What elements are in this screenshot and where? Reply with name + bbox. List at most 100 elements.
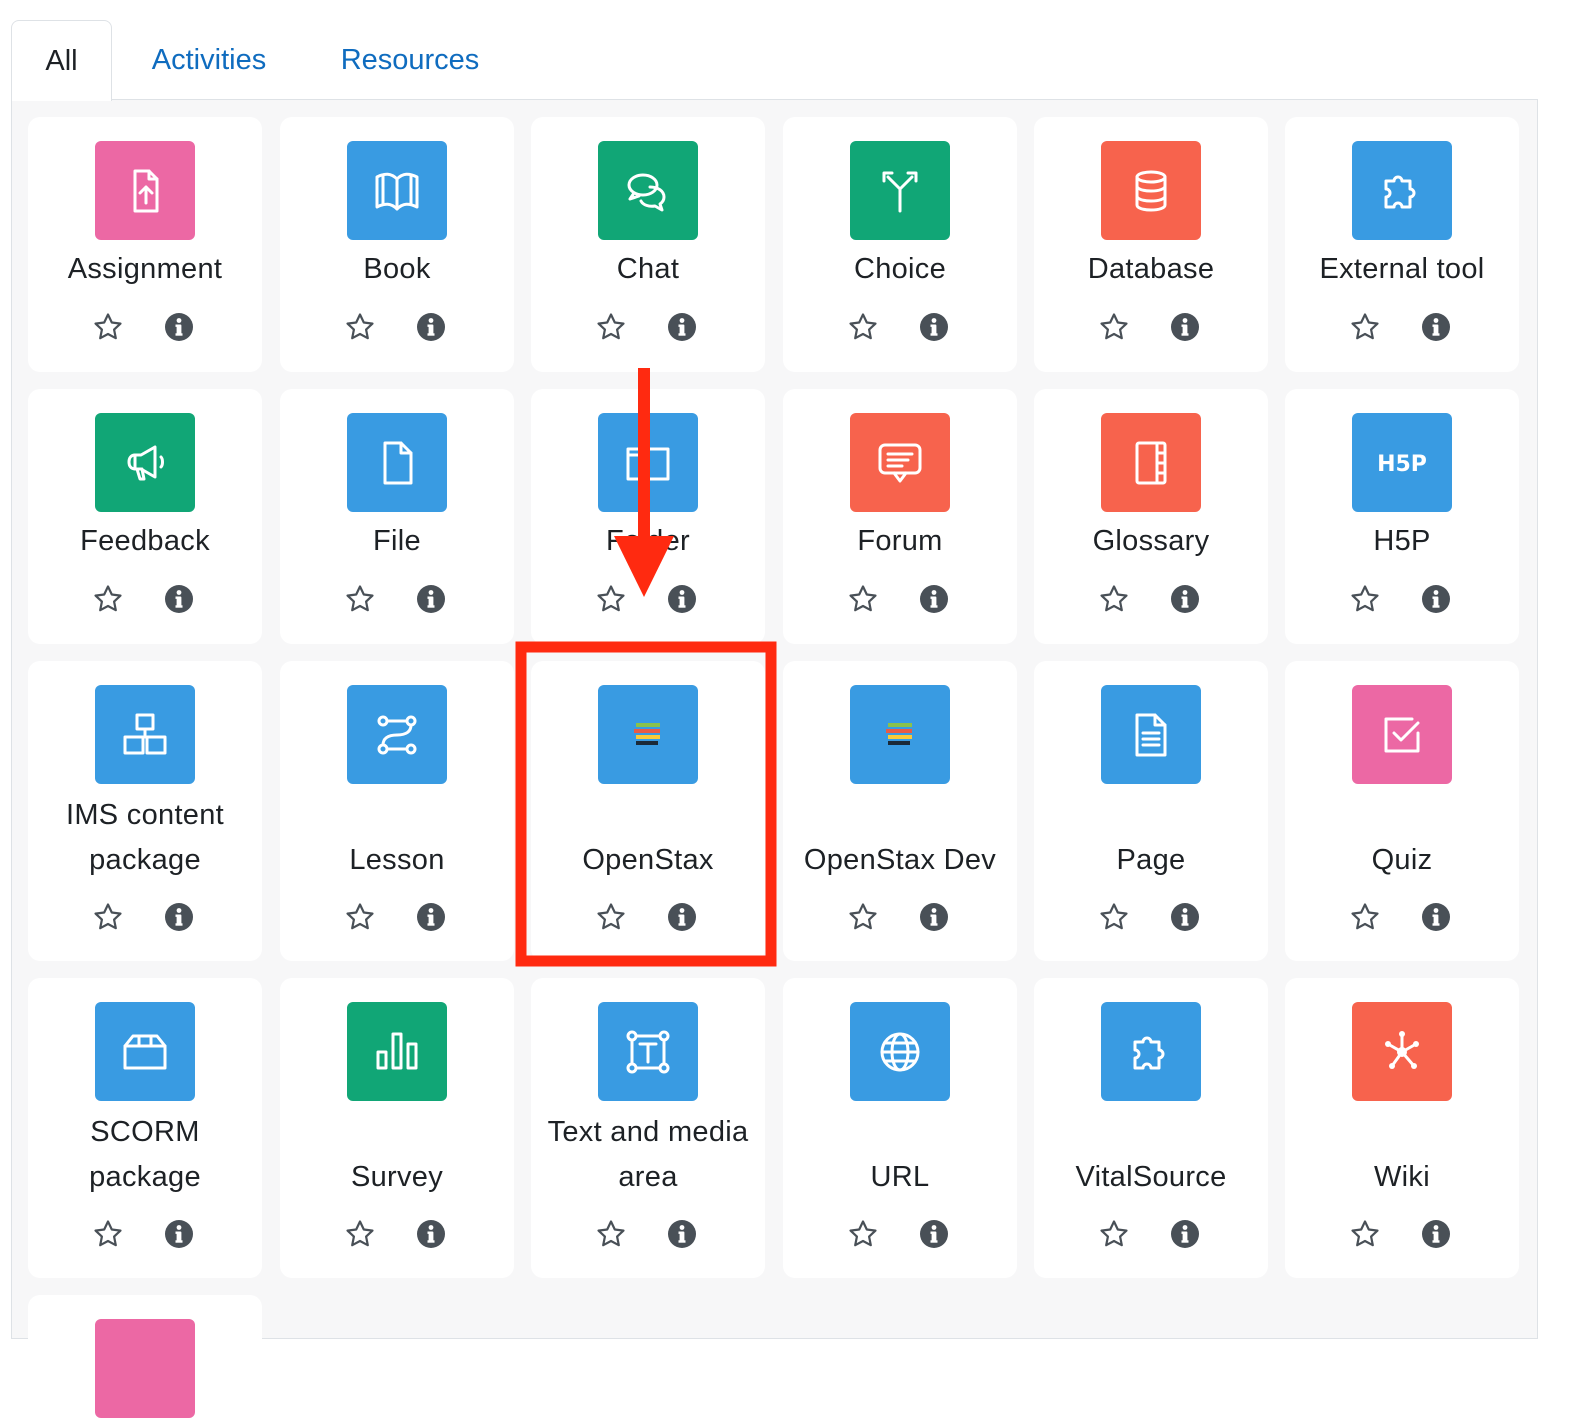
activity-card-external-tool[interactable]: External tool: [1285, 117, 1519, 372]
activity-card-forum[interactable]: Forum: [783, 389, 1017, 644]
activity-card-folder[interactable]: Folder: [531, 389, 765, 644]
info-icon[interactable]: [666, 1218, 698, 1250]
tab-all[interactable]: All: [11, 20, 112, 101]
activity-name: Quiz: [1371, 844, 1433, 876]
star-icon[interactable]: [344, 583, 376, 615]
star-icon[interactable]: [847, 311, 879, 343]
info-icon[interactable]: [1169, 311, 1201, 343]
star-icon[interactable]: [1349, 583, 1381, 615]
activity-card-wiki[interactable]: Wiki: [1285, 978, 1519, 1278]
star-icon[interactable]: [344, 1218, 376, 1250]
star-icon[interactable]: [595, 1218, 627, 1250]
quiz-icon: [1352, 685, 1452, 784]
info-icon[interactable]: [918, 1218, 950, 1250]
activity-name: Page: [1116, 844, 1186, 876]
activity-name: Wiki: [1374, 1161, 1430, 1193]
activity-name: OpenStax Dev: [803, 844, 997, 876]
tab-resources[interactable]: Resources: [322, 20, 498, 100]
star-icon[interactable]: [344, 901, 376, 933]
activity-card-file[interactable]: File: [280, 389, 514, 644]
info-icon[interactable]: [666, 583, 698, 615]
tab-bar: All Activities Resources: [0, 0, 1571, 101]
activity-card-scorm-package[interactable]: SCORM package: [28, 978, 262, 1278]
star-icon[interactable]: [1349, 1218, 1381, 1250]
star-icon[interactable]: [92, 311, 124, 343]
activity-card-openstax-dev[interactable]: OpenStax Dev: [783, 661, 1017, 961]
lesson-icon: [347, 685, 447, 784]
info-icon[interactable]: [1169, 901, 1201, 933]
info-icon[interactable]: [918, 311, 950, 343]
star-icon[interactable]: [344, 311, 376, 343]
activity-card-url[interactable]: URL: [783, 978, 1017, 1278]
info-icon[interactable]: [163, 901, 195, 933]
activity-card-assignment[interactable]: Assignment: [28, 117, 262, 372]
star-icon[interactable]: [847, 583, 879, 615]
activity-card-lesson[interactable]: Lesson: [280, 661, 514, 961]
page-icon: [1101, 685, 1201, 784]
activity-card-glossary[interactable]: Glossary: [1034, 389, 1268, 644]
star-icon[interactable]: [1349, 311, 1381, 343]
activity-name: OpenStax: [582, 844, 714, 876]
info-icon[interactable]: [163, 583, 195, 615]
info-icon[interactable]: [1169, 583, 1201, 615]
activity-name: Text and media area: [547, 1116, 749, 1193]
info-icon[interactable]: [666, 901, 698, 933]
activity-card-feedback[interactable]: Feedback: [28, 389, 262, 644]
star-icon[interactable]: [1098, 311, 1130, 343]
activity-card-partial[interactable]: [28, 1295, 262, 1418]
info-icon[interactable]: [1420, 901, 1452, 933]
activity-card-page[interactable]: Page: [1034, 661, 1268, 961]
star-icon[interactable]: [595, 583, 627, 615]
info-icon[interactable]: [163, 1218, 195, 1250]
star-icon[interactable]: [595, 311, 627, 343]
star-icon[interactable]: [1349, 901, 1381, 933]
activity-card-database[interactable]: Database: [1034, 117, 1268, 372]
activity-name: External tool: [1319, 253, 1485, 285]
activity-card-ims-content-package[interactable]: IMS content package: [28, 661, 262, 961]
activity-card-survey[interactable]: Survey: [280, 978, 514, 1278]
star-icon[interactable]: [92, 901, 124, 933]
activity-card-book[interactable]: Book: [280, 117, 514, 372]
activity-name: Database: [1087, 253, 1215, 285]
activity-name: H5P: [1373, 525, 1431, 557]
tab-activities[interactable]: Activities: [124, 20, 294, 100]
info-icon[interactable]: [1420, 1218, 1452, 1250]
star-icon[interactable]: [847, 901, 879, 933]
glossary-icon: [1101, 413, 1201, 512]
star-icon[interactable]: [847, 1218, 879, 1250]
info-icon[interactable]: [1169, 1218, 1201, 1250]
choice-icon: [850, 141, 950, 240]
star-icon[interactable]: [1098, 901, 1130, 933]
activity-card-text-and-media-area[interactable]: Text and media area: [531, 978, 765, 1278]
info-icon[interactable]: [415, 583, 447, 615]
activity-card-h5p[interactable]: H5P H5P: [1285, 389, 1519, 644]
info-icon[interactable]: [415, 1218, 447, 1250]
activity-card-chat[interactable]: Chat: [531, 117, 765, 372]
survey-icon: [347, 1002, 447, 1101]
info-icon[interactable]: [415, 901, 447, 933]
openstax-icon: [598, 685, 698, 784]
activity-card-choice[interactable]: Choice: [783, 117, 1017, 372]
assignment-icon: [95, 141, 195, 240]
info-icon[interactable]: [918, 583, 950, 615]
star-icon[interactable]: [1098, 1218, 1130, 1250]
activity-card-quiz[interactable]: Quiz: [1285, 661, 1519, 961]
info-icon[interactable]: [666, 311, 698, 343]
info-icon[interactable]: [415, 311, 447, 343]
chat-icon: [598, 141, 698, 240]
star-icon[interactable]: [92, 583, 124, 615]
activity-name: Folder: [606, 525, 690, 557]
partial-icon: [95, 1319, 195, 1418]
activity-name: Feedback: [80, 525, 210, 557]
activity-card-vitalsource[interactable]: VitalSource: [1034, 978, 1268, 1278]
info-icon[interactable]: [163, 311, 195, 343]
activity-name: Assignment: [67, 253, 223, 285]
star-icon[interactable]: [595, 901, 627, 933]
info-icon[interactable]: [918, 901, 950, 933]
star-icon[interactable]: [92, 1218, 124, 1250]
activity-name: VitalSource: [1075, 1161, 1227, 1193]
activity-card-openstax[interactable]: OpenStax: [531, 661, 765, 961]
info-icon[interactable]: [1420, 583, 1452, 615]
info-icon[interactable]: [1420, 311, 1452, 343]
star-icon[interactable]: [1098, 583, 1130, 615]
